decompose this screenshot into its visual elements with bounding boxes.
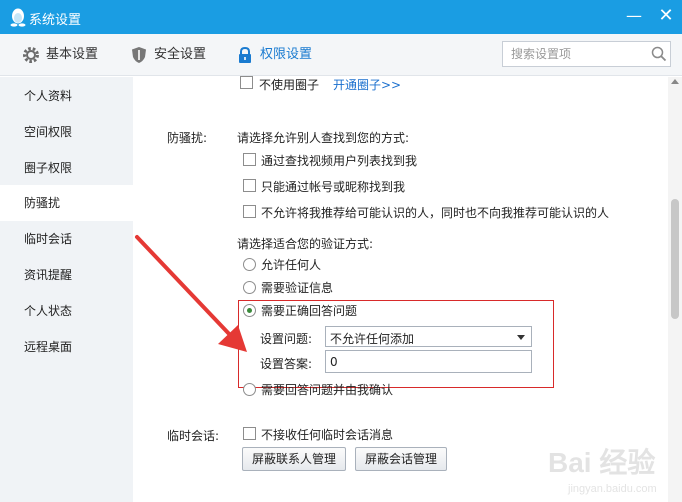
sidebar-item-circle-permission[interactable]: 圈子权限	[0, 150, 133, 186]
block-contacts-button[interactable]: 屏蔽联系人管理	[242, 447, 346, 471]
answer-label: 设置答案:	[260, 357, 313, 371]
scroll-thumb[interactable]	[671, 199, 679, 319]
no-circle-checkbox[interactable]	[240, 76, 253, 89]
allow-anyone-label: 允许任何人	[261, 258, 322, 272]
gear-icon	[23, 47, 39, 63]
qq-penguin-icon	[10, 8, 26, 27]
window-title: 系统设置	[29, 13, 82, 28]
title-bar: 系统设置 — ✕	[0, 0, 682, 34]
lock-icon	[239, 46, 251, 63]
watermark-subtext: jingyan.baidu.com	[567, 483, 657, 495]
no-circle-label: 不使用圈子	[259, 78, 320, 92]
tab-basic-settings[interactable]: 基本设置	[22, 34, 112, 76]
vertical-scrollbar[interactable]	[668, 77, 682, 502]
sidebar-item-news-reminder[interactable]: 资讯提醒	[0, 257, 133, 293]
question-select-value: 不允许任何添加	[330, 332, 415, 346]
require-correct-answer-radio[interactable]	[243, 304, 256, 317]
find-by-account-label: 只能通过帐号或昵称找到我	[261, 180, 406, 194]
sidebar: 个人资料 空间权限 圈子权限 防骚扰 临时会话 资讯提醒 个人状态 远程桌面	[0, 77, 133, 502]
open-circle-link[interactable]: 开通圈子>>	[333, 76, 401, 93]
no-recommend-checkbox[interactable]	[243, 205, 256, 218]
answer-input[interactable]	[325, 350, 532, 373]
tab-label: 权限设置	[260, 47, 313, 62]
temp-session-section-label: 临时会话:	[167, 429, 220, 443]
block-sessions-button[interactable]: 屏蔽会话管理	[355, 447, 447, 471]
answer-and-confirm-radio[interactable]	[243, 383, 256, 396]
scroll-up-icon[interactable]	[671, 79, 679, 84]
verify-method-prompt: 请选择适合您的验证方式:	[237, 237, 374, 251]
sidebar-item-space-permission[interactable]: 空间权限	[0, 114, 133, 150]
search-box	[502, 41, 671, 67]
sidebar-item-profile[interactable]: 个人资料	[0, 78, 133, 114]
reject-temp-session-label: 不接收任何临时会话消息	[261, 428, 394, 442]
question-select[interactable]: 不允许任何添加	[325, 326, 532, 347]
chevron-down-icon	[517, 335, 525, 340]
close-button[interactable]: ✕	[654, 4, 678, 28]
baidu-jingyan-watermark: Bai 经验 jingyan.baidu.com	[548, 440, 678, 498]
watermark-text: Bai 经验	[548, 446, 655, 478]
minimize-button[interactable]: —	[622, 4, 646, 28]
sidebar-item-anti-harassment[interactable]: 防骚扰	[0, 185, 133, 221]
find-method-prompt: 请选择允许别人查找到您的方式:	[237, 131, 410, 145]
search-input[interactable]	[503, 42, 643, 66]
answer-and-confirm-label: 需要回答问题并由我确认	[261, 383, 394, 397]
tab-permission-settings[interactable]: 权限设置	[236, 34, 326, 76]
sidebar-item-temp-session[interactable]: 临时会话	[0, 221, 133, 257]
sidebar-item-personal-status[interactable]: 个人状态	[0, 293, 133, 329]
sidebar-item-remote-desktop[interactable]: 远程桌面	[0, 329, 133, 365]
require-verify-info-label: 需要验证信息	[261, 281, 334, 295]
require-verify-info-radio[interactable]	[243, 281, 256, 294]
shield-icon	[132, 47, 146, 63]
question-label: 设置问题:	[260, 332, 313, 346]
tab-label: 安全设置	[154, 47, 207, 62]
reject-temp-session-checkbox[interactable]	[243, 427, 256, 440]
search-icon[interactable]	[651, 46, 667, 62]
require-correct-answer-label: 需要正确回答问题	[261, 304, 358, 318]
find-by-video-list-checkbox[interactable]	[243, 153, 256, 166]
tab-security-settings[interactable]: 安全设置	[130, 34, 220, 76]
find-by-video-list-label: 通过查找视频用户列表找到我	[261, 154, 418, 168]
find-by-account-checkbox[interactable]	[243, 179, 256, 192]
no-recommend-label: 不允许将我推荐给可能认识的人，同时也不向我推荐可能认识的人	[261, 206, 610, 220]
anti-harass-section-label: 防骚扰:	[167, 131, 208, 145]
allow-anyone-radio[interactable]	[243, 258, 256, 271]
tab-label: 基本设置	[46, 47, 99, 62]
